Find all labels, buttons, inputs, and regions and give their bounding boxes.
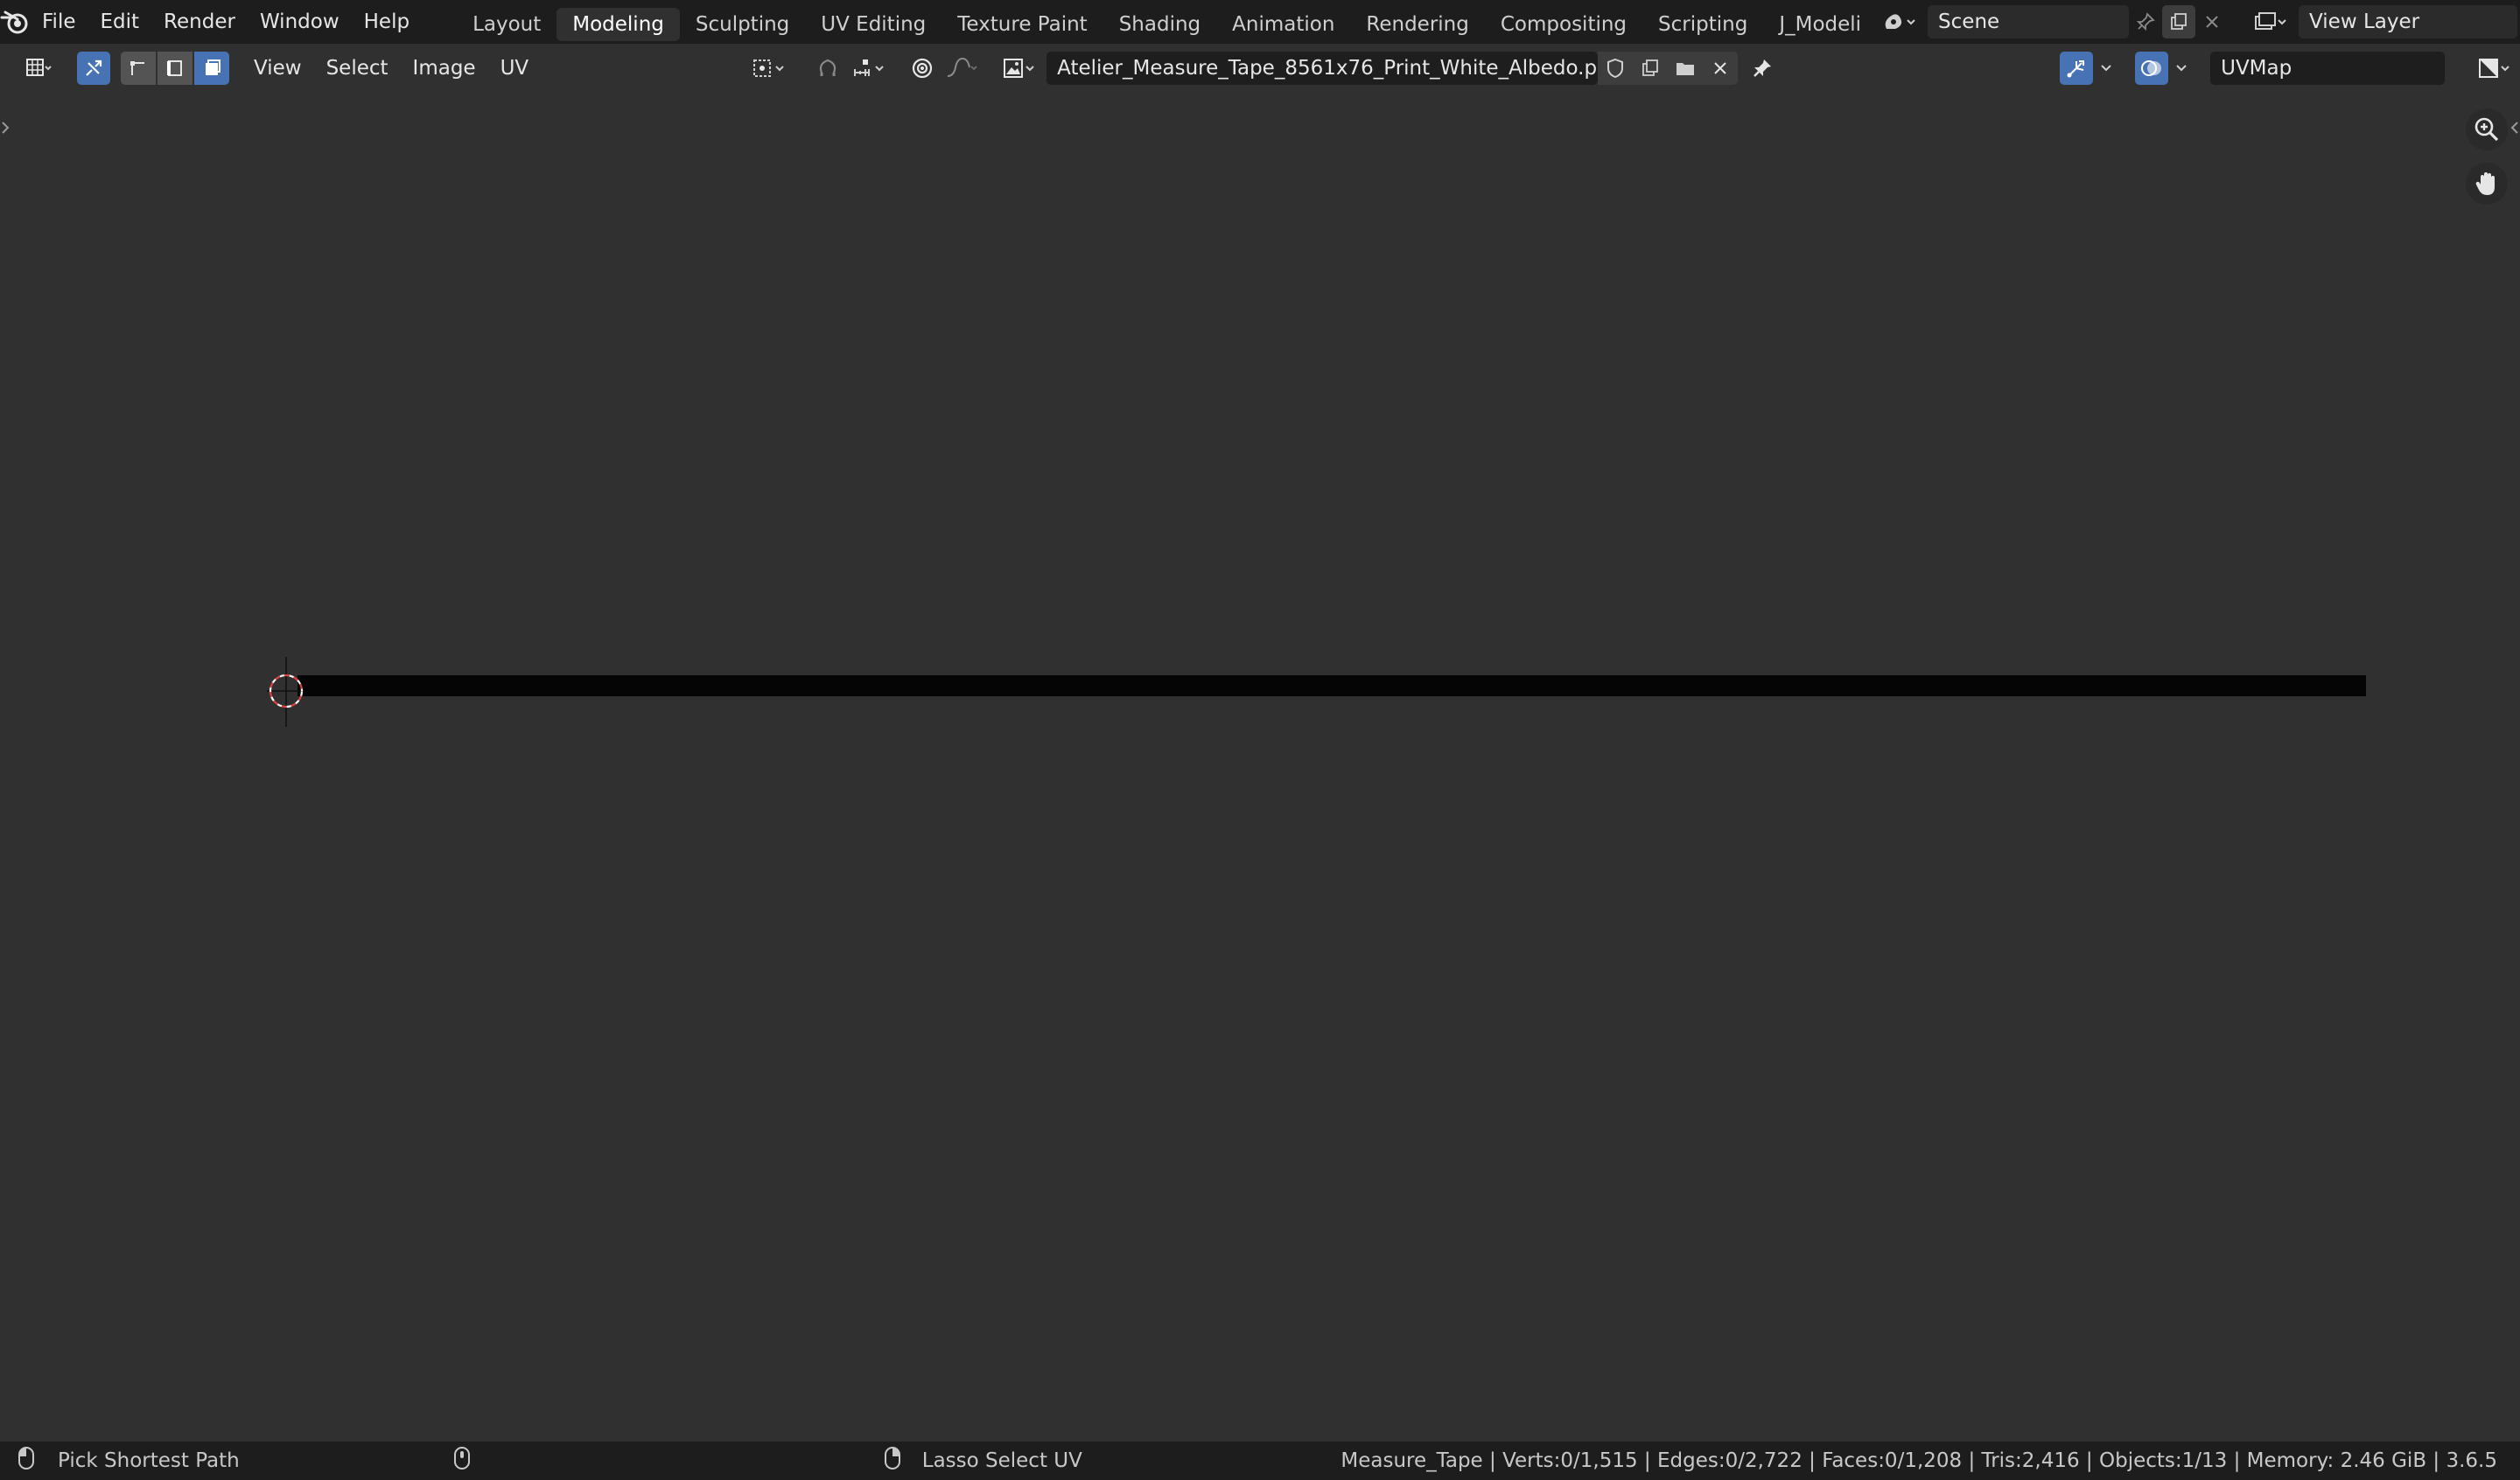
image-name: Atelier_Measure_Tape_8561x76_Print_White…: [1057, 57, 1623, 80]
select-mode-group: [120, 52, 229, 85]
gizmo-dropdown[interactable]: [2093, 52, 2119, 85]
editor-type-selector[interactable]: [12, 52, 65, 85]
vertex-select-mode-icon[interactable]: [120, 52, 156, 85]
view-layer-selector: View Layer: [2244, 5, 2520, 38]
tab-texture-paint[interactable]: Texture Paint: [942, 8, 1102, 41]
top-bar: File Edit Render Window Help Layout Mode…: [0, 0, 2520, 44]
toolbar-expand-arrow-icon[interactable]: [0, 117, 12, 138]
display-channels-dropdown[interactable]: [2469, 52, 2520, 85]
menu-image[interactable]: Image: [401, 47, 488, 89]
fake-user-icon[interactable]: [1598, 52, 1634, 85]
middle-mouse-icon: [453, 1446, 471, 1476]
edge-select-mode-icon[interactable]: [157, 52, 192, 85]
menu-render[interactable]: Render: [151, 0, 248, 44]
tab-rendering[interactable]: Rendering: [1350, 8, 1484, 41]
pivot-point-dropdown[interactable]: [744, 52, 794, 85]
new-image-icon[interactable]: [1633, 52, 1669, 85]
right-click-hint: Lasso Select UV: [921, 1449, 1082, 1472]
left-click-hint: Pick Shortest Path: [58, 1449, 240, 1472]
menu-window[interactable]: Window: [248, 0, 352, 44]
uv-map-field[interactable]: UVMap: [2210, 52, 2446, 85]
new-scene-icon[interactable]: [2162, 5, 2196, 38]
pin-image-icon[interactable]: [1745, 52, 1780, 85]
view-layer-browse-icon[interactable]: [2244, 5, 2295, 38]
uv-island-strip: [298, 675, 2366, 696]
tab-sculpting[interactable]: Sculpting: [680, 8, 805, 41]
menu-view[interactable]: View: [242, 47, 314, 89]
tab-shading[interactable]: Shading: [1103, 8, 1216, 41]
face-select-mode-icon[interactable]: [193, 52, 229, 85]
workspace-tabs: Layout Modeling Sculpting UV Editing Tex…: [457, 0, 1868, 44]
menu-file[interactable]: File: [30, 0, 88, 44]
scene-name: Scene: [1938, 10, 2000, 33]
open-image-folder-icon[interactable]: [1668, 52, 1704, 85]
image-browse-dropdown[interactable]: [994, 52, 1045, 85]
tab-uv-editing[interactable]: UV Editing: [805, 8, 942, 41]
tab-j-modeling[interactable]: J_Modeli: [1763, 8, 1868, 41]
menu-help[interactable]: Help: [352, 0, 422, 44]
right-mouse-icon: [884, 1446, 901, 1476]
scene-browse-icon[interactable]: [1873, 5, 1924, 38]
snap-toggle-icon[interactable]: [810, 52, 845, 85]
falloff-dropdown[interactable]: [940, 52, 985, 85]
scene-statistics: Measure_Tape | Verts:0/1,515 | Edges:0/2…: [1340, 1449, 2497, 1472]
main-menu: File Edit Render Window Help: [30, 0, 422, 44]
tab-animation[interactable]: Animation: [1216, 8, 1350, 41]
sidebar-expand-arrow-icon[interactable]: [2508, 117, 2520, 138]
gizmo-toggle-icon[interactable]: [2060, 52, 2094, 85]
status-bar: Pick Shortest Path Lasso Select UV Measu…: [0, 1442, 2520, 1480]
tab-scripting[interactable]: Scripting: [1642, 8, 1763, 41]
delete-scene-icon[interactable]: [2195, 5, 2229, 38]
image-name-field[interactable]: Atelier_Measure_Tape_8561x76_Print_White…: [1046, 52, 1622, 85]
menu-edit[interactable]: Edit: [88, 0, 152, 44]
view-layer-name-field[interactable]: View Layer: [2299, 5, 2518, 38]
uv-editor-viewport[interactable]: [0, 91, 2520, 1442]
blender-logo-icon[interactable]: [0, 0, 30, 44]
tab-layout[interactable]: Layout: [457, 8, 556, 41]
view-layer-name: View Layer: [2309, 10, 2420, 33]
scene-name-field[interactable]: Scene: [1928, 5, 2130, 38]
sync-selection-toggle[interactable]: [76, 52, 110, 85]
unlink-image-icon[interactable]: [1703, 52, 1739, 85]
overlays-toggle-icon[interactable]: [2135, 52, 2169, 85]
snap-target-dropdown[interactable]: [845, 52, 892, 85]
menu-select[interactable]: Select: [314, 47, 401, 89]
menu-uv[interactable]: UV: [488, 47, 542, 89]
overlays-dropdown[interactable]: [2168, 52, 2194, 85]
pan-view-hand-icon[interactable]: [2466, 163, 2508, 205]
proportional-edit-icon[interactable]: [905, 52, 940, 85]
pin-scene-icon[interactable]: [2129, 5, 2162, 38]
left-mouse-icon: [18, 1446, 35, 1476]
uv-editor-header: View Select Image UV Atelier_Measure_Tap…: [0, 47, 2520, 89]
zoom-view-icon[interactable]: [2466, 108, 2508, 150]
tab-compositing[interactable]: Compositing: [1485, 8, 1642, 41]
2d-cursor-icon[interactable]: [267, 657, 305, 727]
scene-selector: Scene: [1873, 5, 2229, 38]
tab-modeling[interactable]: Modeling: [556, 8, 680, 41]
uv-map-name: UVMap: [2221, 57, 2292, 80]
